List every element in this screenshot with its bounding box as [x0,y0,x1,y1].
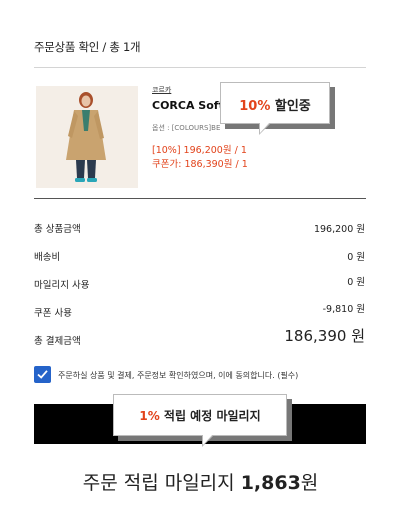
mileage-unit: 원 [300,472,319,494]
divider-dark [34,198,366,199]
discount-tooltip-label: 할인중 [270,99,311,114]
summary-value-coupon: -9,810 원 [322,304,365,315]
coupon-price: 쿠폰가: 186,390원 / 1 [152,159,248,170]
mileage-tooltip-percent: 1% [139,409,160,423]
agree-label[interactable]: 주문하실 상품 및 결제, 주문정보 확인하였으며, 이에 동의합니다. (필수… [58,370,298,381]
discount-tooltip-percent: 10% [239,99,271,114]
agree-checkbox[interactable] [34,366,51,383]
mileage-amount: 1,863 [240,472,301,494]
tooltip-tail-fill [260,122,270,133]
tooltip-tail-fill [203,434,213,445]
summary-value-subtotal: 196,200 원 [313,224,365,235]
product-image[interactable] [36,86,138,188]
mileage-tooltip: 1% 적립 예정 마일리지 [113,394,287,447]
checkmark-icon [37,370,48,379]
summary-label-subtotal: 총 상품금액 [34,224,81,235]
summary-value-shipping: 0 원 [347,252,365,263]
summary-value-mileage: 0 원 [347,277,365,288]
discount-tooltip: 10% 할인중 [220,82,330,135]
summary-value-total: 186,390 원 [284,327,365,345]
divider [34,67,366,68]
mileage-tooltip-label: 적립 예정 마일리지 [159,409,261,423]
mileage-tooltip-text: 1% 적립 예정 마일리지 [114,407,286,424]
mileage-prefix: 주문 적립 마일리지 [82,472,241,494]
product-option: 옵션 : [COLOURS]BE [152,124,221,132]
page-title: 주문상품 확인 / 총 1개 [34,40,141,54]
model-wearing-camel-coat-photo [36,86,138,188]
discount-price: [10%] 196,200원 / 1 [152,145,247,156]
mileage-summary: 주문 적립 마일리지 1,863원 [0,468,401,495]
product-name[interactable]: CORCA Soft [152,99,224,112]
product-brand-link[interactable]: 코르카 [152,85,171,95]
summary-label-coupon: 쿠폰 사용 [34,308,72,319]
summary-label-mileage: 마일리지 사용 [34,280,90,291]
discount-tooltip-text: 10% 할인중 [221,95,329,114]
summary-label-shipping: 배송비 [34,252,61,263]
summary-label-total: 총 결제금액 [34,336,81,347]
